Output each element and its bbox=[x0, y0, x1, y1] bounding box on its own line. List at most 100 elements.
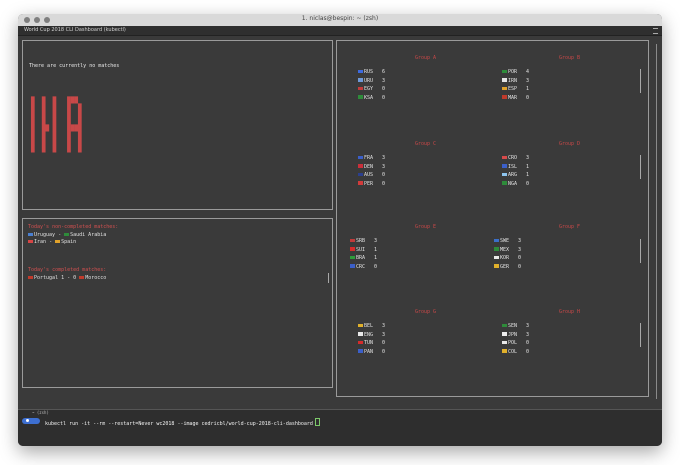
team-points: 0 bbox=[526, 94, 530, 101]
team-row: POR 4 bbox=[502, 69, 529, 75]
match-row: Iran - Spain bbox=[28, 239, 76, 245]
big-text-art: █ █ █ ███ █ █ █ █ █ █ █ █ █ █ █ █ █ █ █ … bbox=[31, 97, 82, 153]
home-team: Iran bbox=[34, 239, 47, 245]
team-row: MEX 3 bbox=[494, 247, 521, 253]
team-code: CRO bbox=[508, 155, 518, 161]
flag-icon bbox=[502, 323, 507, 327]
tab-title[interactable]: World Cup 2018 CLI Dashboard (kubectl) bbox=[24, 27, 126, 33]
scrollbar[interactable] bbox=[640, 155, 641, 179]
away-team: Spain bbox=[61, 239, 77, 245]
team-code: FRA bbox=[364, 155, 374, 161]
flag-icon bbox=[358, 181, 363, 185]
team-code: KOR bbox=[500, 255, 510, 261]
team-points: 0 bbox=[382, 340, 386, 346]
flag-icon bbox=[502, 172, 507, 176]
score: 1 - 0 bbox=[61, 275, 77, 281]
team-row: AUS 0 bbox=[358, 172, 385, 178]
window-scrollbar[interactable] bbox=[656, 44, 657, 399]
flag-icon bbox=[494, 264, 499, 268]
team-points: 3 bbox=[382, 77, 386, 84]
command-pane: ~ (zsh) kubectl run -it --rm --restart=N… bbox=[18, 409, 662, 446]
team-code: CRC bbox=[356, 263, 366, 270]
scrollbar[interactable] bbox=[640, 239, 641, 263]
team-code: EGY bbox=[364, 86, 374, 92]
flag-icon bbox=[502, 155, 507, 159]
team-points: 1 bbox=[374, 255, 378, 261]
team-row: SEN 3 bbox=[502, 323, 529, 329]
team-row: IRN 3 bbox=[502, 78, 529, 84]
team-row: SUI 1 bbox=[350, 247, 377, 253]
flag-icon bbox=[358, 86, 363, 90]
team-points: 1 bbox=[526, 172, 530, 178]
menu-icon[interactable] bbox=[653, 28, 658, 34]
flag-icon bbox=[358, 95, 363, 99]
team-points: 3 bbox=[526, 77, 530, 84]
team-row: MAR 0 bbox=[502, 95, 529, 101]
flag-icon bbox=[358, 78, 363, 82]
match-row: Uruguay - Saudi Arabia bbox=[28, 232, 106, 238]
team-row: BRA 1 bbox=[350, 255, 377, 261]
pane-label: ~ (zsh) bbox=[32, 410, 49, 415]
home-team: Portugal bbox=[34, 275, 59, 281]
team-code: POR bbox=[508, 69, 518, 75]
team-code: ISL bbox=[508, 163, 518, 170]
flag-icon bbox=[502, 95, 507, 99]
team-points: 3 bbox=[382, 163, 386, 170]
match-row: Portugal 1 - 0 Morocco bbox=[28, 275, 106, 281]
flag-icon bbox=[358, 349, 363, 353]
scrollbar[interactable] bbox=[640, 69, 641, 93]
group-title: Group E bbox=[415, 224, 437, 230]
team-code: DEN bbox=[364, 163, 374, 170]
flag-icon bbox=[502, 164, 507, 168]
team-points: 3 bbox=[518, 238, 522, 244]
team-points: 1 bbox=[374, 246, 378, 253]
tab-bar: World Cup 2018 CLI Dashboard (kubectl) bbox=[18, 26, 662, 36]
panel-scrollbar[interactable] bbox=[328, 273, 329, 283]
flag-icon bbox=[502, 78, 507, 82]
team-row: PER 0 bbox=[358, 181, 385, 187]
group-title: Group D bbox=[559, 141, 581, 147]
scrollbar[interactable] bbox=[640, 323, 641, 347]
team-code: AUS bbox=[364, 172, 374, 178]
separator: - bbox=[58, 232, 62, 238]
todays-matches-panel: Today's non-completed matches: Uruguay -… bbox=[22, 218, 333, 388]
team-points: 3 bbox=[382, 155, 386, 161]
team-row: JPN 3 bbox=[502, 332, 529, 338]
flag-icon bbox=[358, 340, 363, 344]
team-row: RUS 6 bbox=[358, 69, 385, 75]
flag-icon bbox=[64, 232, 70, 236]
flag-icon bbox=[358, 69, 363, 73]
cursor bbox=[314, 418, 320, 426]
away-team: Morocco bbox=[85, 275, 107, 281]
non-completed-title: Today's non-completed matches: bbox=[28, 224, 119, 230]
team-code: PER bbox=[364, 180, 374, 187]
shell-prompt bbox=[22, 418, 40, 424]
group-title: Group B bbox=[559, 55, 581, 61]
team-row: ARG 1 bbox=[502, 172, 529, 178]
group-title: Group F bbox=[559, 224, 581, 230]
team-row: POL 0 bbox=[502, 340, 529, 346]
team-code: SUI bbox=[356, 246, 366, 253]
team-points: 3 bbox=[382, 323, 386, 329]
team-code: GER bbox=[500, 263, 510, 270]
flag-icon bbox=[502, 332, 507, 336]
team-points: 0 bbox=[382, 172, 386, 178]
team-code: TUN bbox=[364, 340, 374, 346]
flag-icon bbox=[502, 181, 507, 185]
team-points: 0 bbox=[382, 348, 386, 355]
team-points: 3 bbox=[526, 155, 530, 161]
team-code: MAR bbox=[508, 94, 518, 101]
team-row: PAN 0 bbox=[358, 349, 385, 355]
team-code: BRA bbox=[356, 255, 366, 261]
group-title: Group H bbox=[559, 309, 581, 315]
team-row: NGA 0 bbox=[502, 181, 529, 187]
team-points: 0 bbox=[382, 94, 386, 101]
team-points: 1 bbox=[526, 163, 530, 170]
command-line[interactable]: kubectl run -it --rm --restart=Never wc2… bbox=[45, 418, 320, 427]
flag-icon bbox=[28, 239, 33, 243]
team-row: SWE 3 bbox=[494, 238, 521, 244]
team-code: MEX bbox=[500, 246, 510, 253]
completed-title: Today's completed matches: bbox=[28, 267, 107, 273]
group-title: Group G bbox=[415, 309, 437, 315]
team-points: 0 bbox=[518, 255, 522, 261]
